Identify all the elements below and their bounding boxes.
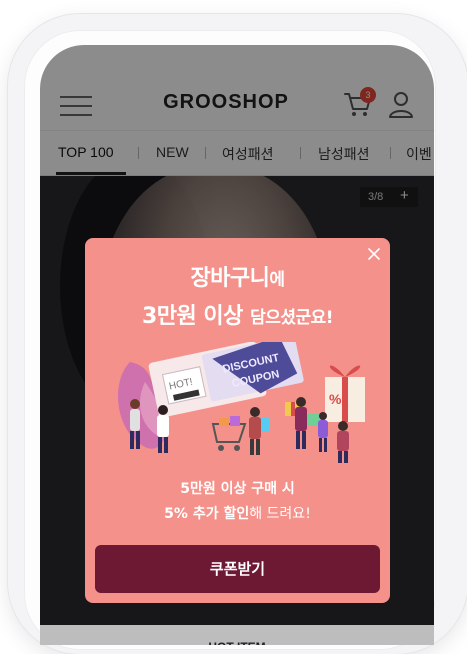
discount-coupon-illustration: HOT! DISCOUNT COUPON % xyxy=(118,342,365,463)
popup-title-line1: 장바구니에 xyxy=(85,260,390,292)
popup-title-added: 담으셨군요! xyxy=(250,308,334,328)
popup-benefit-highlight: 5% 추가 할인 xyxy=(164,506,250,522)
cart-coupon-popup: 장바구니에 3만원 이상 담으셨군요! HOT! DISCOUNT COUPON xyxy=(85,238,390,603)
person-3 xyxy=(249,407,261,455)
popup-title-particle: 에 xyxy=(269,270,285,290)
popup-benefit-rest: 해 드려요! xyxy=(249,506,311,522)
person-5 xyxy=(337,421,349,463)
person-2 xyxy=(157,405,169,453)
get-coupon-button[interactable]: 쿠폰받기 xyxy=(95,545,380,593)
svg-text:%: % xyxy=(329,391,342,407)
app-screen: GROOSHOP 3 TOP 100 NEW 여성패션 남성패션 이벤 3/8 … xyxy=(40,45,434,645)
popup-benefit-text: 5% 추가 할인해 드려요! xyxy=(85,503,390,523)
popup-title-line2: 3만원 이상 담으셨군요! xyxy=(85,298,390,330)
person-1 xyxy=(130,399,140,449)
popup-title-amount: 3만원 이상 xyxy=(141,304,243,329)
popup-title-cart: 장바구니 xyxy=(190,266,270,291)
popup-condition-text: 5만원 이상 구매 시 xyxy=(180,481,295,497)
section-title: HOT ITEM xyxy=(40,625,434,645)
